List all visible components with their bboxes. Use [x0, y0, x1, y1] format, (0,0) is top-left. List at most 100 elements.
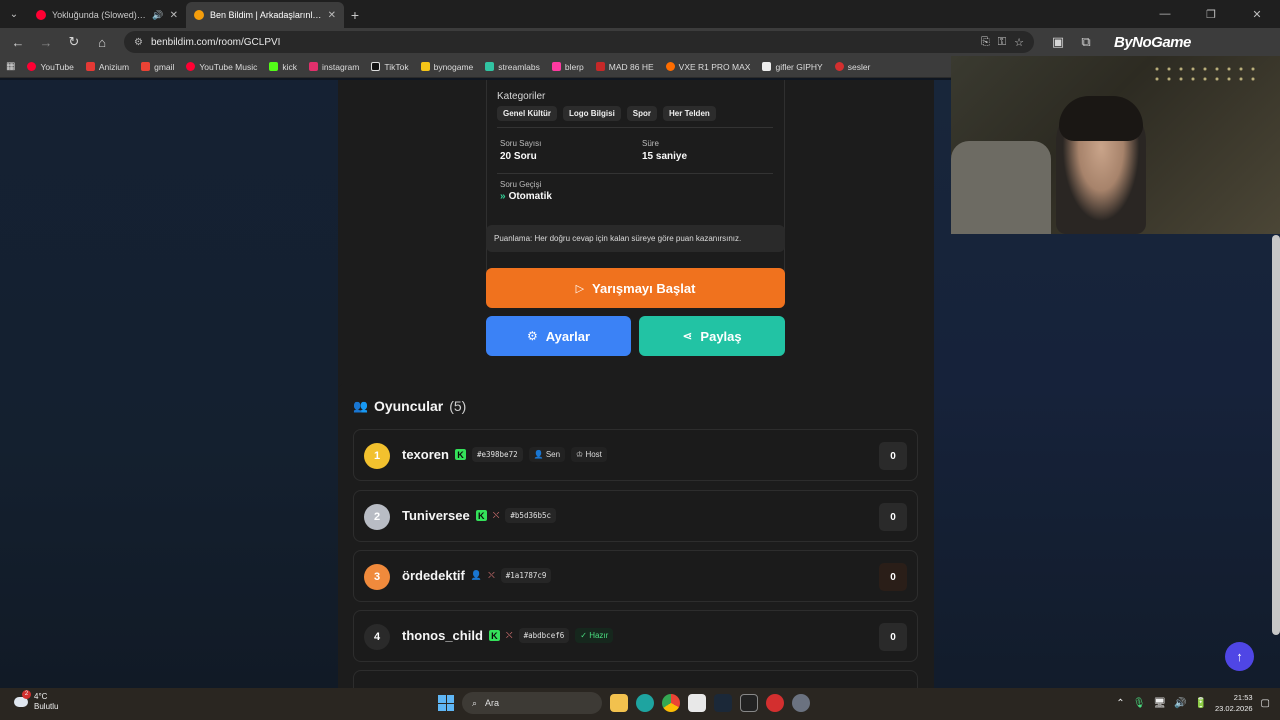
- users-icon: 👥: [353, 399, 368, 413]
- minimize-icon[interactable]: —: [1142, 0, 1188, 28]
- speaker-icon[interactable]: 🔊: [152, 10, 163, 21]
- app-red-icon[interactable]: [766, 694, 784, 712]
- bookmark-item[interactable]: streamlabs: [485, 62, 540, 72]
- page-scrollbar[interactable]: [1272, 235, 1280, 635]
- youtube-favicon-icon: [36, 10, 46, 20]
- scroll-to-top-button[interactable]: ↑: [1225, 642, 1254, 671]
- taskbar-search[interactable]: ⌕ Ara: [462, 692, 602, 714]
- share-icon: ⋖: [682, 329, 693, 343]
- browser-toolbar: ← → ↻ ⌂ ⚙ benbildim.com/room/GCLPVI ⎘ ⚿ …: [0, 28, 1280, 56]
- double-chevron-icon: »: [500, 191, 506, 202]
- omnibox-actions: ⎘ ⚿ ☆: [981, 36, 1024, 49]
- bookmark-item[interactable]: TikTok: [371, 62, 409, 72]
- question-count-value: 20 Soru: [500, 151, 537, 162]
- tab-title: Yokluğunda (Slowed) | YouTube: [52, 10, 146, 20]
- notifications-icon[interactable]: ▢: [1261, 698, 1270, 709]
- close-window-icon[interactable]: ✕: [1234, 0, 1280, 28]
- site-info-icon[interactable]: ⚙: [134, 37, 143, 48]
- bookmark-item[interactable]: kick: [269, 62, 297, 72]
- chevron-up-icon[interactable]: ⌃: [1116, 698, 1124, 709]
- clock[interactable]: 21:53 23.02.2026: [1215, 692, 1253, 714]
- steam-icon[interactable]: [714, 694, 732, 712]
- ready-badge: ✓ Hazır: [575, 628, 614, 643]
- restore-icon[interactable]: ❐: [1188, 0, 1234, 28]
- page-background-left: [0, 80, 338, 688]
- date: 23.02.2026: [1215, 704, 1253, 713]
- question-count-label: Soru Sayısı: [500, 139, 542, 148]
- tab-search-button[interactable]: ⌄: [0, 0, 28, 28]
- kick-player-icon[interactable]: ⛌: [493, 510, 500, 521]
- rank-badge: 1: [364, 443, 390, 469]
- password-key-icon[interactable]: ⚿: [998, 36, 1006, 49]
- media-control-icon[interactable]: ▣: [1046, 30, 1070, 54]
- check-circle-icon: ✓: [580, 631, 587, 640]
- url-text: benbildim.com/room/GCLPVI: [150, 36, 281, 48]
- player-score: 0: [879, 623, 907, 651]
- youtube-icon: [27, 62, 37, 71]
- kick-player-icon[interactable]: ⛌: [506, 630, 513, 641]
- forward-icon[interactable]: →: [34, 30, 58, 54]
- network-icon[interactable]: 🖥: [1153, 698, 1166, 709]
- bookmark-item[interactable]: YouTube Music: [186, 62, 257, 72]
- app-settings-icon[interactable]: [792, 694, 810, 712]
- bookmark-item[interactable]: bynogame: [420, 62, 473, 72]
- epic-games-icon[interactable]: [740, 694, 758, 712]
- battery-icon[interactable]: 🔋: [1195, 698, 1207, 709]
- settings-button[interactable]: ⚙ Ayarlar: [486, 316, 631, 356]
- blerp-icon: [551, 62, 561, 71]
- edge-icon[interactable]: [636, 694, 654, 712]
- home-icon[interactable]: ⌂: [90, 30, 114, 54]
- back-icon[interactable]: ←: [6, 30, 30, 54]
- transition-value: » Otomatik: [500, 191, 552, 202]
- close-tab-icon[interactable]: ✕: [328, 10, 336, 21]
- player-row: [353, 670, 918, 688]
- install-app-icon[interactable]: ⎘: [981, 36, 990, 49]
- windows-start-icon[interactable]: [438, 695, 454, 711]
- chrome-icon[interactable]: [662, 694, 680, 712]
- browser-tab-youtube[interactable]: Yokluğunda (Slowed) | YouTube 🔊 ✕: [28, 2, 186, 28]
- player-tag: #abdbcef6: [518, 628, 570, 643]
- player-name: ördedektif 👤 ⛌ #1a1787c9: [402, 568, 552, 583]
- rank-badge: 2: [364, 504, 390, 530]
- player-tag: #1a1787c9: [500, 568, 552, 583]
- bookmark-item[interactable]: gmail: [141, 62, 174, 72]
- close-tab-icon[interactable]: ✕: [170, 10, 178, 21]
- window-controls: — ❐ ✕: [1142, 0, 1280, 28]
- bookmark-item[interactable]: blerp: [551, 62, 584, 72]
- extensions-icon[interactable]: ⧉: [1074, 30, 1098, 54]
- apps-grid-icon[interactable]: ▦: [6, 61, 15, 72]
- bookmark-item[interactable]: VXE R1 PRO MAX: [665, 62, 750, 72]
- reload-icon[interactable]: ↻: [62, 30, 86, 54]
- player-score: 0: [879, 563, 907, 591]
- tab-strip: ⌄ Yokluğunda (Slowed) | YouTube 🔊 ✕ Ben …: [0, 0, 1280, 28]
- kick-icon: K: [488, 630, 500, 641]
- bookmark-item[interactable]: YouTube: [27, 62, 74, 72]
- taskbar-apps: ⌕ Ara: [438, 692, 810, 714]
- play-icon: ▷: [575, 282, 585, 295]
- player-name: texoren K #e398be72 👤 Sen ♔ Host: [402, 447, 607, 462]
- kick-player-icon[interactable]: ⛌: [488, 570, 495, 581]
- player-row: 2 Tuniversee K ⛌ #b5d36b5c 0: [353, 490, 918, 542]
- system-tray: ⌃ 🎙 🖥 🔊 🔋 21:53 23.02.2026 ▢: [1116, 692, 1270, 714]
- browser-tab-benbildim[interactable]: Ben Bildim | Arkadaşlarınla Online ✕: [186, 2, 344, 28]
- file-explorer-icon[interactable]: [610, 694, 628, 712]
- microphone-icon[interactable]: 🎙: [1133, 698, 1146, 709]
- player-score: 0: [879, 442, 907, 470]
- address-bar[interactable]: ⚙ benbildim.com/room/GCLPVI ⎘ ⚿ ☆: [124, 31, 1034, 53]
- bookmark-item[interactable]: Anizium: [85, 62, 129, 72]
- sesler-icon: [834, 62, 844, 71]
- weather-widget[interactable]: 2 4°C Bulutlu: [14, 690, 58, 712]
- scoring-note: Puanlama: Her doğru cevap için kalan sür…: [486, 225, 785, 252]
- bookmark-item[interactable]: instagram: [309, 62, 359, 72]
- category-chips: Genel Kültür Logo Bilgisi Spor Her Telde…: [497, 106, 716, 121]
- volume-icon[interactable]: 🔊: [1174, 698, 1186, 709]
- bookmark-item[interactable]: gifler GIPHY: [762, 62, 823, 72]
- bookmark-item[interactable]: sesler: [834, 62, 870, 72]
- store-icon[interactable]: [688, 694, 706, 712]
- bookmark-item[interactable]: MAD 86 HE: [595, 62, 654, 72]
- start-game-button[interactable]: ▷ Yarışmayı Başlat: [486, 268, 785, 308]
- share-button[interactable]: ⋖ Paylaş: [639, 316, 785, 356]
- new-tab-button[interactable]: +: [344, 2, 366, 28]
- bookmark-star-icon[interactable]: ☆: [1014, 36, 1024, 49]
- mad-icon: [595, 62, 605, 71]
